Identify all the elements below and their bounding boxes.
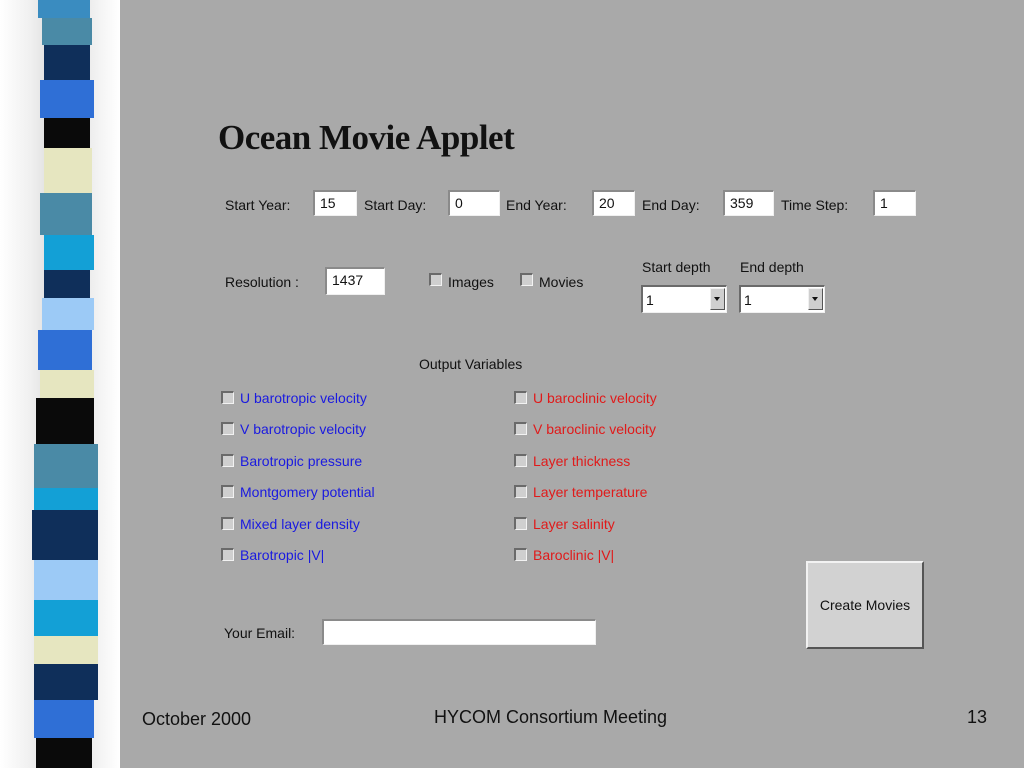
var-checkbox[interactable]	[221, 485, 234, 498]
stripe-band	[44, 45, 90, 80]
decorative-stripe-border	[0, 0, 120, 768]
images-label: Images	[448, 274, 494, 290]
resolution-label: Resolution :	[225, 274, 299, 290]
create-movies-button[interactable]: Create Movies	[806, 561, 924, 649]
start-depth-select[interactable]: 1	[641, 285, 727, 313]
var-label: V baroclinic velocity	[533, 421, 656, 437]
images-checkbox[interactable]	[429, 273, 442, 286]
stripe-band	[40, 370, 94, 398]
var-label: U baroclinic velocity	[533, 390, 657, 406]
var-label: Montgomery potential	[240, 484, 375, 500]
time-step-field[interactable]: 1	[873, 190, 916, 216]
start-depth-value: 1	[646, 292, 654, 308]
stripe-band	[34, 700, 94, 738]
stripe-band	[34, 560, 98, 600]
page-number: 13	[967, 707, 988, 727]
var-label: Barotropic |V|	[240, 547, 325, 563]
footer-meeting: HYCOM Consortium Meeting	[434, 707, 668, 727]
var-checkbox[interactable]	[514, 517, 527, 530]
email-field[interactable]	[322, 619, 596, 645]
chevron-down-icon[interactable]	[710, 288, 725, 310]
stripe-band	[44, 235, 94, 270]
stripe-band	[42, 18, 92, 45]
var-checkbox[interactable]	[221, 391, 234, 404]
stripe-band	[34, 488, 98, 510]
output-variables-header: Output Variables	[419, 356, 523, 372]
var-label: Barotropic pressure	[240, 453, 363, 469]
var-label: Layer thickness	[533, 453, 631, 469]
var-label: Layer temperature	[533, 484, 648, 500]
var-checkbox[interactable]	[514, 422, 527, 435]
var-checkbox[interactable]	[221, 454, 234, 467]
stripe-band	[34, 600, 98, 636]
var-checkbox[interactable]	[221, 422, 234, 435]
end-day-field[interactable]: 359	[723, 190, 774, 216]
var-checkbox[interactable]	[514, 391, 527, 404]
var-checkbox[interactable]	[221, 517, 234, 530]
var-checkbox[interactable]	[514, 454, 527, 467]
stripe-band	[38, 330, 92, 370]
var-checkbox[interactable]	[514, 485, 527, 498]
stripe-band	[40, 193, 92, 235]
end-depth-value: 1	[744, 292, 752, 308]
stripe-band	[44, 148, 92, 193]
stripe-band	[44, 270, 90, 298]
stripe-band	[42, 298, 94, 330]
stripe-band	[40, 80, 94, 118]
time-step-label: Time Step:	[781, 197, 849, 213]
stripe-band	[34, 664, 98, 700]
var-label: U barotropic velocity	[240, 390, 367, 406]
var-checkbox[interactable]	[514, 548, 527, 561]
end-day-label: End Day:	[642, 197, 700, 213]
var-label: V barotropic velocity	[240, 421, 367, 437]
page-title: Ocean Movie Applet	[218, 118, 515, 157]
var-label: Layer salinity	[533, 516, 615, 532]
end-depth-label: End depth	[740, 259, 804, 275]
stripe-band	[44, 118, 90, 148]
stripe-band	[36, 738, 92, 768]
start-year-label: Start Year:	[225, 197, 291, 213]
movies-checkbox[interactable]	[520, 273, 533, 286]
stripe-band	[38, 0, 90, 18]
start-year-field[interactable]: 15	[313, 190, 357, 216]
start-depth-label: Start depth	[642, 259, 711, 275]
email-label: Your Email:	[224, 625, 296, 641]
stripe-band	[36, 398, 94, 444]
footer-date: October 2000	[142, 709, 252, 729]
chevron-down-icon[interactable]	[808, 288, 823, 310]
movies-label: Movies	[539, 274, 584, 290]
end-year-field[interactable]: 20	[592, 190, 635, 216]
stripe-band	[34, 444, 98, 488]
stripe-band	[34, 636, 98, 664]
start-day-field[interactable]: 0	[448, 190, 500, 216]
var-label: Mixed layer density	[240, 516, 360, 532]
var-label: Baroclinic |V|	[533, 547, 615, 563]
var-checkbox[interactable]	[221, 548, 234, 561]
resolution-field[interactable]: 1437	[325, 267, 385, 295]
end-year-label: End Year:	[506, 197, 567, 213]
stripe-band	[32, 510, 98, 560]
start-day-label: Start Day:	[364, 197, 427, 213]
end-depth-select[interactable]: 1	[739, 285, 825, 313]
